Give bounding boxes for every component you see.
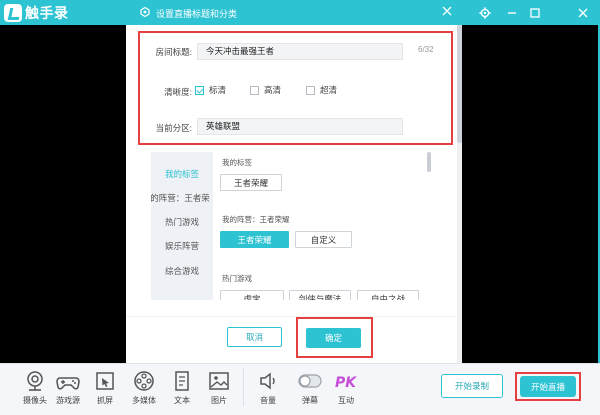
quality-option-sd[interactable]: 标清 <box>195 84 226 96</box>
dialog-scrollbar-thumb[interactable] <box>457 25 462 143</box>
tool-multimedia[interactable]: 多媒体 <box>126 370 162 414</box>
quality-option-uhd[interactable]: 超清 <box>306 84 337 96</box>
dialog-header: 设置直播标题和分类 <box>126 0 462 25</box>
pk-icon: PK <box>335 375 357 391</box>
tool-label: 文本 <box>174 396 190 405</box>
toggle-icon <box>298 374 322 388</box>
cancel-button[interactable]: 取消 <box>227 327 282 347</box>
side-nav-general-games[interactable]: 综合游戏 <box>151 265 213 277</box>
dialog-footer-divider <box>126 316 457 317</box>
confirm-highlight-frame: 确定 <box>296 317 373 358</box>
dialog-scrollbar[interactable] <box>457 25 462 363</box>
room-title-label: 房间标题: <box>155 47 192 57</box>
tool-text[interactable]: 文本 <box>164 370 200 414</box>
category-field[interactable]: 英雄联盟 <box>197 118 403 135</box>
tool-volume[interactable]: 音量 <box>250 370 286 414</box>
webcam-icon <box>27 371 43 391</box>
toolbar-divider <box>243 368 244 406</box>
bottom-toolbar: 摄像头 游戏源 抓屏 多媒体 文本 图片 音量 弹幕 PK 互动 <box>0 363 600 415</box>
minimize-icon[interactable] <box>502 3 522 22</box>
section-title-hot: 热门游戏 <box>222 274 252 283</box>
dialog-title: 设置直播标题和分类 <box>156 9 238 19</box>
quality-option-label: 标清 <box>209 85 227 95</box>
side-nav-my-camp[interactable]: 的阵营：王者荣 <box>149 192 211 204</box>
app-title: 触手录 <box>25 4 69 21</box>
side-nav-entertainment[interactable]: 娱乐阵营 <box>151 240 213 252</box>
quality-option-hd[interactable]: 高清 <box>250 84 281 96</box>
room-title-input[interactable]: 今天冲击最强王者 <box>197 43 403 60</box>
gear-icon[interactable] <box>475 3 495 22</box>
quality-label: 清晰度: <box>164 87 192 97</box>
room-title-counter: 6/32 <box>418 45 434 54</box>
tag-panel-scrollbar[interactable] <box>427 152 431 172</box>
start-record-button[interactable]: 开始录制 <box>441 374 503 398</box>
side-nav-hot-games[interactable]: 热门游戏 <box>151 216 213 228</box>
close-icon[interactable] <box>573 3 593 22</box>
tag-side-nav: 我的标签 的阵营：王者荣 热门游戏 娱乐阵营 综合游戏 <box>149 152 213 300</box>
checkbox-icon <box>306 85 315 95</box>
checkbox-checked-icon <box>195 85 204 95</box>
tool-label: 多媒体 <box>132 396 156 405</box>
tool-label: 音量 <box>260 396 276 405</box>
start-live-button[interactable]: 开始直播 <box>520 376 576 397</box>
tool-label: 抓屏 <box>97 396 113 405</box>
dialog-close-icon[interactable] <box>440 5 454 19</box>
text-doc-icon <box>175 371 189 391</box>
image-icon <box>209 372 229 390</box>
checkbox-icon <box>250 85 259 95</box>
tag-chip-selected[interactable]: 王者荣耀 <box>220 231 289 248</box>
tool-label: 弹幕 <box>302 396 318 405</box>
film-reel-icon <box>134 371 154 391</box>
logo-icon <box>4 3 22 22</box>
tool-screen-capture[interactable]: 抓屏 <box>87 370 123 414</box>
tool-label: 互动 <box>338 396 354 405</box>
tag-chip[interactable]: 虎宝 <box>220 290 284 300</box>
app-logo: 触手录 <box>4 3 69 22</box>
tag-chip[interactable]: 王者荣耀 <box>220 174 282 191</box>
screen-capture-icon <box>96 372 114 390</box>
quality-option-label: 超清 <box>320 85 338 95</box>
gamepad-icon <box>56 377 80 390</box>
tool-danmaku[interactable]: 弹幕 <box>292 370 328 414</box>
tool-label: 图片 <box>211 396 227 405</box>
maximize-icon[interactable] <box>525 3 545 22</box>
speaker-icon <box>260 372 275 390</box>
tool-image[interactable]: 图片 <box>201 370 237 414</box>
title-category-dialog: 设置直播标题和分类 房间标题: 今天冲击最强王者 6/32 清晰度: 标清 高清… <box>126 0 462 363</box>
quality-option-label: 高清 <box>264 85 282 95</box>
section-title-camp: 我的阵营：王者荣耀 <box>222 215 290 224</box>
settings-icon <box>140 7 150 17</box>
svg-text:PK: PK <box>335 375 357 391</box>
confirm-button[interactable]: 确定 <box>306 328 361 348</box>
tag-chip[interactable]: 剑侠与魔法 <box>289 290 351 300</box>
custom-tag-button[interactable]: 自定义 <box>295 231 352 248</box>
tool-game-source[interactable]: 游戏源 <box>50 370 86 414</box>
section-title-my-tags: 我的标签 <box>222 158 252 167</box>
category-label: 当前分区: <box>155 123 192 133</box>
tool-webcam[interactable]: 摄像头 <box>17 370 53 414</box>
side-nav-my-tags[interactable]: 我的标签 <box>151 168 213 180</box>
tag-chip[interactable]: 自由之战 <box>357 290 419 300</box>
tool-label: 摄像头 <box>23 396 47 405</box>
tag-panel: 我的标签 王者荣耀 我的阵营：王者荣耀 王者荣耀 自定义 热门游戏 虎宝 剑侠与… <box>213 152 432 300</box>
tool-label: 游戏源 <box>56 396 80 405</box>
live-highlight-frame: 开始直播 <box>515 372 581 401</box>
tool-interaction[interactable]: PK 互动 <box>328 370 364 414</box>
